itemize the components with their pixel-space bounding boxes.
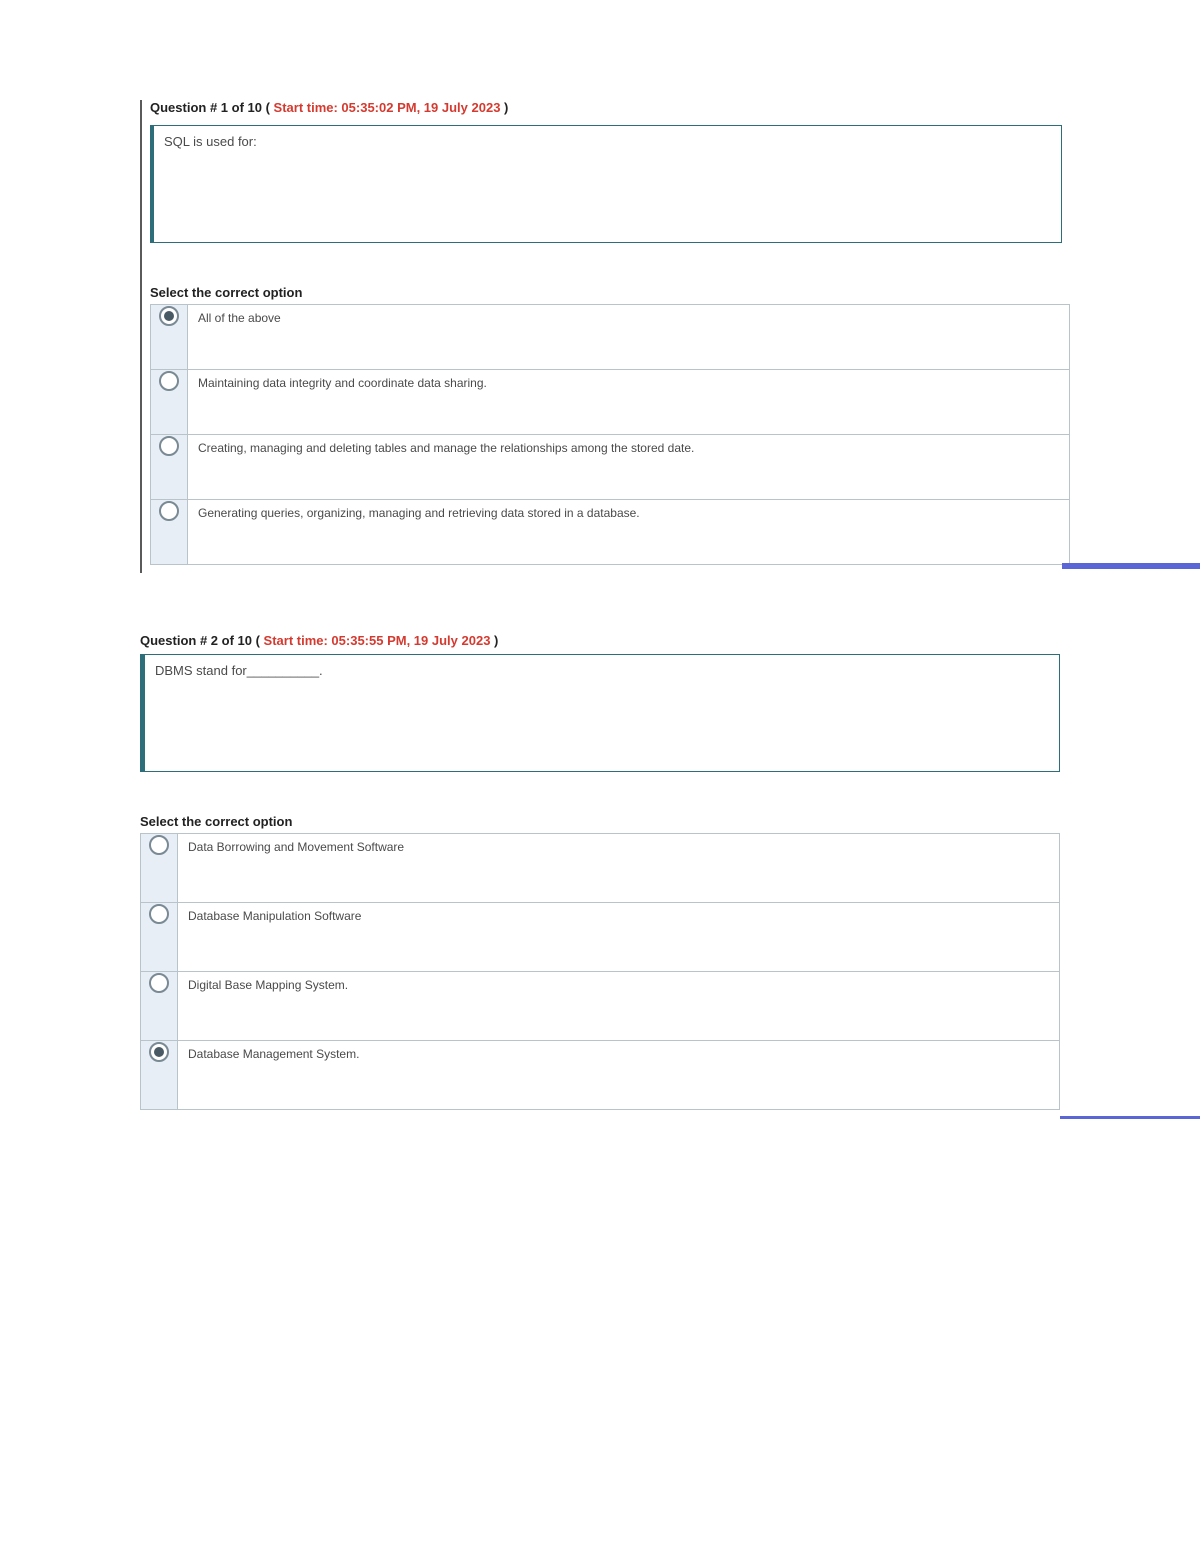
q2-header-time: Start time: 05:35:55 PM, 19 July 2023 bbox=[264, 633, 491, 648]
question-1-block: Question # 1 of 10 ( Start time: 05:35:0… bbox=[140, 100, 1062, 573]
question-2-header: Question # 2 of 10 ( Start time: 05:35:5… bbox=[140, 633, 1060, 654]
q2-footer-accent bbox=[140, 1110, 1060, 1118]
radio-icon[interactable] bbox=[159, 436, 179, 456]
radio-icon[interactable] bbox=[149, 904, 169, 924]
q2-option-row[interactable]: Digital Base Mapping System. bbox=[141, 972, 1060, 1041]
q1-header-suffix: ) bbox=[500, 100, 508, 115]
radio-icon[interactable] bbox=[159, 371, 179, 391]
q2-options-table: Data Borrowing and Movement Software Dat… bbox=[140, 833, 1060, 1110]
q2-option-radio-cell[interactable] bbox=[141, 972, 178, 1041]
question-2-stem: DBMS stand for__________. bbox=[140, 654, 1060, 772]
q1-footer-accent bbox=[150, 565, 1062, 573]
q1-select-label: Select the correct option bbox=[150, 285, 1062, 300]
q1-option-radio-cell[interactable] bbox=[151, 435, 188, 500]
q1-option-text: Generating queries, organizing, managing… bbox=[188, 500, 1070, 565]
q2-option-row[interactable]: Database Management System. bbox=[141, 1041, 1060, 1110]
q1-option-radio-cell[interactable] bbox=[151, 500, 188, 565]
q2-header-prefix: Question # 2 of 10 ( bbox=[140, 633, 264, 648]
radio-icon[interactable] bbox=[159, 306, 179, 326]
q1-option-radio-cell[interactable] bbox=[151, 305, 188, 370]
q2-option-row[interactable]: Data Borrowing and Movement Software bbox=[141, 834, 1060, 903]
q1-option-text: All of the above bbox=[188, 305, 1070, 370]
radio-icon[interactable] bbox=[149, 973, 169, 993]
q1-option-row[interactable]: All of the above bbox=[151, 305, 1070, 370]
q1-option-radio-cell[interactable] bbox=[151, 370, 188, 435]
q2-header-suffix: ) bbox=[490, 633, 498, 648]
q2-option-text: Database Manipulation Software bbox=[178, 903, 1060, 972]
q2-option-row[interactable]: Database Manipulation Software bbox=[141, 903, 1060, 972]
accent-bar bbox=[1060, 1116, 1200, 1119]
question-1-header: Question # 1 of 10 ( Start time: 05:35:0… bbox=[142, 100, 1062, 121]
question-1-stem: SQL is used for: bbox=[150, 125, 1062, 243]
question-2-block: Question # 2 of 10 ( Start time: 05:35:5… bbox=[140, 633, 1060, 1118]
page: Question # 1 of 10 ( Start time: 05:35:0… bbox=[0, 100, 1200, 1118]
q1-option-row[interactable]: Maintaining data integrity and coordinat… bbox=[151, 370, 1070, 435]
q1-option-text: Maintaining data integrity and coordinat… bbox=[188, 370, 1070, 435]
radio-icon[interactable] bbox=[159, 501, 179, 521]
q1-stem-text: SQL is used for: bbox=[164, 134, 257, 149]
radio-icon[interactable] bbox=[149, 835, 169, 855]
q2-option-radio-cell[interactable] bbox=[141, 834, 178, 903]
q1-option-text: Creating, managing and deleting tables a… bbox=[188, 435, 1070, 500]
q2-option-text: Data Borrowing and Movement Software bbox=[178, 834, 1060, 903]
q2-option-radio-cell[interactable] bbox=[141, 903, 178, 972]
q2-option-radio-cell[interactable] bbox=[141, 1041, 178, 1110]
q1-option-row[interactable]: Generating queries, organizing, managing… bbox=[151, 500, 1070, 565]
q2-stem-text: DBMS stand for__________. bbox=[155, 663, 323, 678]
q2-select-label: Select the correct option bbox=[140, 814, 1060, 829]
q2-option-text: Database Management System. bbox=[178, 1041, 1060, 1110]
accent-bar bbox=[1062, 563, 1200, 569]
q1-options-table: All of the above Maintaining data integr… bbox=[150, 304, 1070, 565]
q1-option-row[interactable]: Creating, managing and deleting tables a… bbox=[151, 435, 1070, 500]
q1-header-time: Start time: 05:35:02 PM, 19 July 2023 bbox=[274, 100, 501, 115]
q2-option-text: Digital Base Mapping System. bbox=[178, 972, 1060, 1041]
radio-icon[interactable] bbox=[149, 1042, 169, 1062]
q1-header-prefix: Question # 1 of 10 ( bbox=[150, 100, 274, 115]
